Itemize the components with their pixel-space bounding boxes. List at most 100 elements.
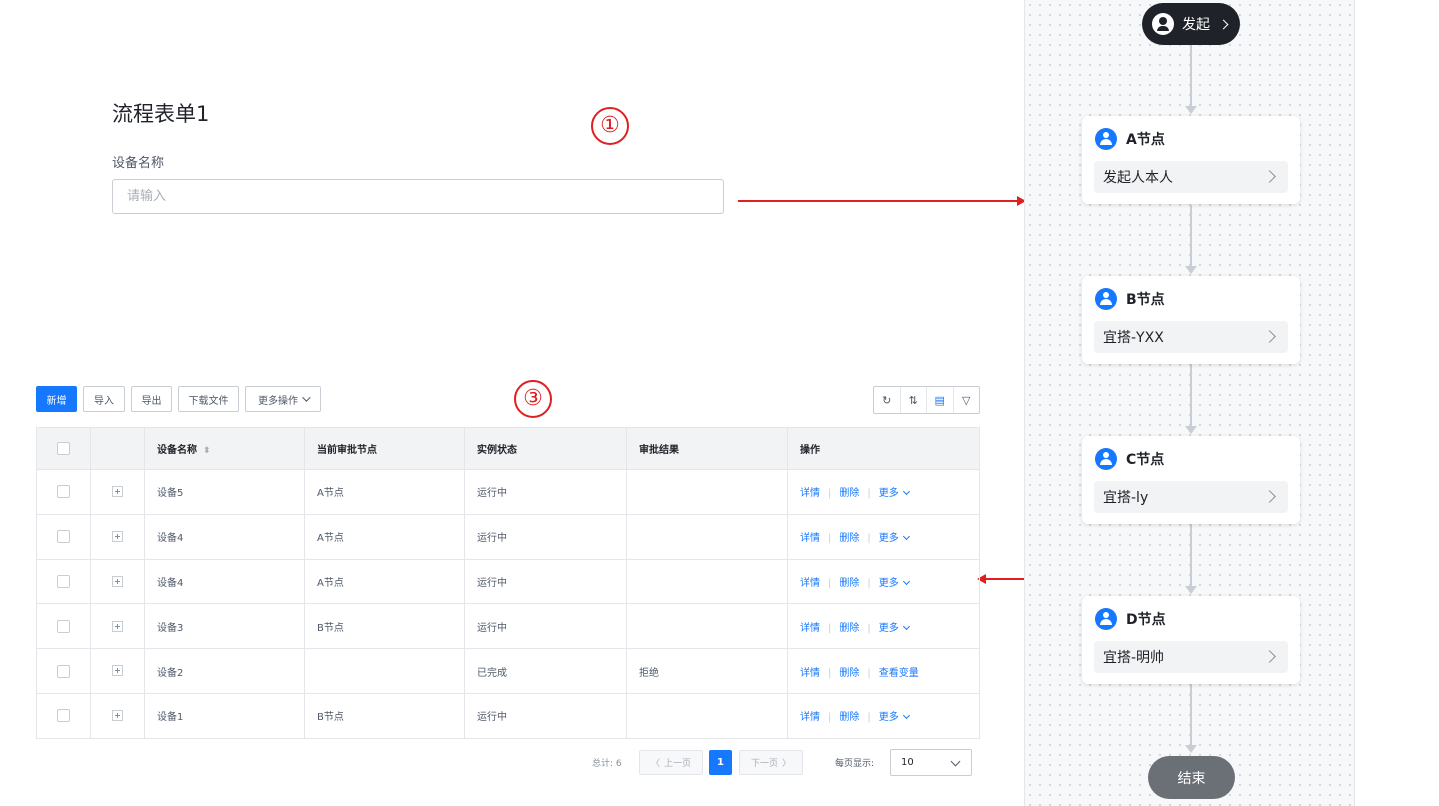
flow-arrow-icon xyxy=(1185,586,1197,594)
flow-start-node[interactable]: 发起 xyxy=(1142,3,1240,45)
detail-link[interactable]: 详情 xyxy=(800,488,820,499)
page-size-label: 每页显示: xyxy=(835,759,875,769)
row-checkbox[interactable] xyxy=(57,530,70,544)
result-header: 审批结果 xyxy=(626,427,788,470)
result-cell xyxy=(626,558,788,604)
detail-link[interactable]: 详情 xyxy=(800,623,820,634)
more-link[interactable]: 更多 xyxy=(879,488,910,499)
delete-link[interactable]: 删除 xyxy=(839,668,859,679)
current-node-cell: A节点 xyxy=(304,469,465,515)
flow-node-a[interactable]: A节点 发起人本人 xyxy=(1082,116,1300,204)
row-select-cell xyxy=(36,558,91,604)
chevron-right-icon xyxy=(1263,490,1276,503)
node-assignee[interactable]: 宜搭-明帅 xyxy=(1094,641,1288,673)
node-assignee[interactable]: 宜搭-ly xyxy=(1094,481,1288,513)
chevron-right-icon xyxy=(1263,650,1276,663)
flow-connector xyxy=(1190,205,1192,270)
more-link[interactable]: 更多 xyxy=(879,533,910,544)
import-button[interactable]: 导入 xyxy=(83,386,125,412)
delete-link[interactable]: 删除 xyxy=(839,578,859,589)
divider: | xyxy=(867,712,871,724)
actions-cell: 详情 | 删除 | 更多 xyxy=(787,513,980,560)
detail-link[interactable]: 详情 xyxy=(800,668,820,679)
expand-icon[interactable] xyxy=(112,530,123,542)
row-checkbox[interactable] xyxy=(57,485,70,499)
actions-cell: 详情 | 删除 | 更多 xyxy=(787,603,980,649)
instance-table: 设备名称 ⬍ 当前审批节点 实例状态 审批结果 操作 设备5 A节点 运行中 详情 | 删除… xyxy=(36,427,980,739)
more-link[interactable]: 更多 xyxy=(879,622,910,634)
user-icon xyxy=(1095,288,1117,310)
delete-link[interactable]: 删除 xyxy=(839,488,859,499)
expand-icon[interactable] xyxy=(112,620,123,632)
detail-link[interactable]: 详情 xyxy=(800,578,820,589)
divider: | xyxy=(828,577,832,589)
row-checkbox[interactable] xyxy=(57,574,70,588)
select-all-checkbox[interactable] xyxy=(57,442,70,455)
detail-link[interactable]: 详情 xyxy=(800,712,820,723)
actions-header: 操作 xyxy=(787,427,980,470)
device-name-input[interactable] xyxy=(112,179,724,214)
actions-cell: 详情 | 删除 | 更多 xyxy=(787,692,980,739)
start-label: 发起 xyxy=(1182,17,1210,33)
node-assignee[interactable]: 发起人本人 xyxy=(1094,161,1288,193)
current-node-cell: A节点 xyxy=(304,558,465,604)
more-link[interactable]: 更多 xyxy=(879,577,910,589)
page-1-button[interactable]: 1 xyxy=(709,750,732,775)
device-name-cell: 设备4 xyxy=(144,558,305,604)
flow-end-node: 结束 xyxy=(1148,756,1235,799)
row-checkbox[interactable] xyxy=(57,664,70,678)
sort-icon[interactable]: ⬍ xyxy=(203,446,211,456)
table-row: 设备5 A节点 运行中 详情 | 删除 | 更多 xyxy=(36,469,980,515)
more-link[interactable]: 更多 xyxy=(879,712,910,723)
flow-node-d[interactable]: D节点 宜搭-明帅 xyxy=(1082,596,1300,684)
current-node-cell xyxy=(304,648,465,694)
more-ops-dropdown[interactable]: 更多操作 xyxy=(245,386,321,412)
sort-icon[interactable]: ⇅ xyxy=(901,387,927,413)
chevron-down-icon xyxy=(902,577,910,586)
expand-header xyxy=(90,427,145,470)
next-page-button[interactable]: 下一页〉 xyxy=(739,750,803,775)
row-select-cell xyxy=(36,603,91,649)
delete-link[interactable]: 删除 xyxy=(839,712,859,723)
flow-node-b[interactable]: B节点 宜搭-YXX xyxy=(1082,276,1300,364)
status-cell: 运行中 xyxy=(464,603,627,649)
page-size-select[interactable]: 10 xyxy=(890,749,972,776)
flow-node-c[interactable]: C节点 宜搭-ly xyxy=(1082,436,1300,524)
result-cell: 拒绝 xyxy=(626,648,788,694)
row-select-cell xyxy=(36,648,91,694)
select-all-cell xyxy=(36,427,91,470)
view-variables-link[interactable]: 查看变量 xyxy=(879,668,919,679)
table-row: 设备1 B节点 运行中 详情 | 删除 | 更多 xyxy=(36,692,980,739)
expand-icon[interactable] xyxy=(112,575,123,587)
expand-icon[interactable] xyxy=(112,710,123,722)
delete-link[interactable]: 删除 xyxy=(839,533,859,544)
detail-link[interactable]: 详情 xyxy=(800,533,820,544)
refresh-icon[interactable]: ↻ xyxy=(874,387,901,413)
device-name-cell: 设备5 xyxy=(144,469,305,515)
filter-icon[interactable]: ▽ xyxy=(954,387,980,413)
column-settings-icon[interactable]: ▤ xyxy=(927,387,954,413)
flow-connector xyxy=(1190,524,1192,589)
divider: | xyxy=(867,622,871,634)
node-assignee[interactable]: 宜搭-YXX xyxy=(1094,321,1288,353)
node-title: A节点 xyxy=(1126,132,1165,148)
device-name-header[interactable]: 设备名称 ⬍ xyxy=(144,427,305,470)
expand-icon[interactable] xyxy=(112,665,123,677)
row-checkbox[interactable] xyxy=(57,709,70,723)
flow-connector xyxy=(1190,364,1192,429)
row-checkbox[interactable] xyxy=(57,619,70,633)
flow-arrow-icon xyxy=(1185,266,1197,274)
chevron-down-icon xyxy=(302,393,311,402)
more-ops-label: 更多操作 xyxy=(258,395,298,407)
current-node-cell: B节点 xyxy=(304,603,465,649)
delete-link[interactable]: 删除 xyxy=(839,623,859,634)
device-name-cell: 设备1 xyxy=(144,692,305,739)
table-header-row: 设备名称 ⬍ 当前审批节点 实例状态 审批结果 操作 xyxy=(36,427,980,470)
download-file-button[interactable]: 下载文件 xyxy=(178,386,239,412)
prev-page-button[interactable]: 〈上一页 xyxy=(639,750,703,775)
actions-cell: 详情 | 删除 | 查看变量 xyxy=(787,648,980,694)
expand-icon[interactable] xyxy=(112,486,123,498)
add-button[interactable]: 新增 xyxy=(36,386,77,412)
export-button[interactable]: 导出 xyxy=(131,386,172,412)
table-row: 设备4 A节点 运行中 详情 | 删除 | 更多 xyxy=(36,513,980,560)
